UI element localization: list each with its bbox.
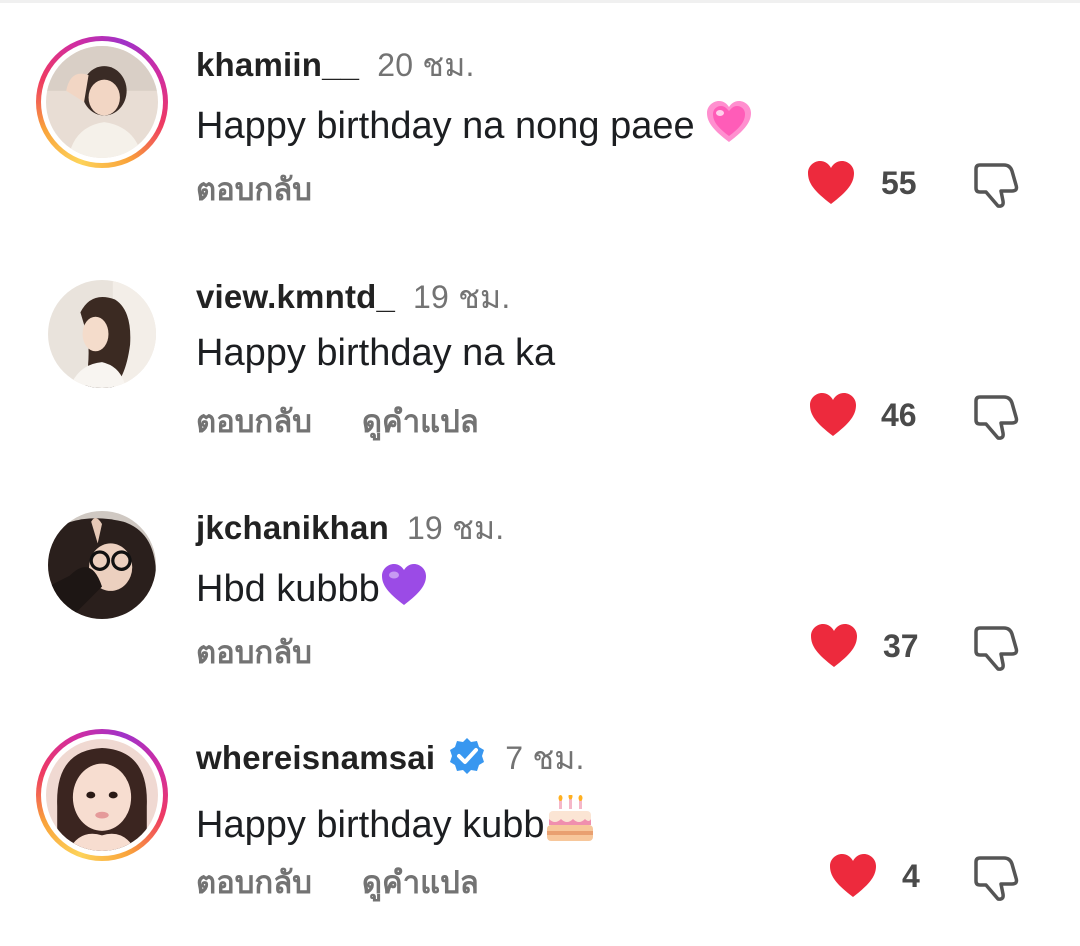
comment-item: whereisnamsai 7 ชม. Happy birthday kubb	[0, 695, 1080, 901]
pink-heart-icon	[705, 100, 753, 154]
comment-item: view.kmntd_ 19 ชม. Happy birthday na ka ต…	[0, 232, 1080, 440]
like-count: 37	[883, 628, 919, 664]
comment-text: Happy birthday na nong paee	[196, 105, 695, 147]
reply-button[interactable]: ตอบกลับ	[196, 404, 312, 439]
purple-heart-icon	[380, 563, 428, 617]
like-count: 4	[902, 858, 920, 894]
username[interactable]: whereisnamsai	[196, 739, 435, 776]
comment-item: khamiin__ 20 ชม. Happy birthday na nong p…	[0, 0, 1080, 208]
avatar-story-ring[interactable]	[36, 729, 168, 861]
avatar-wrap[interactable]	[36, 499, 168, 631]
avatar-photo-icon	[48, 511, 156, 619]
like-heart-icon[interactable]	[808, 392, 858, 438]
like-heart-icon[interactable]	[828, 853, 878, 899]
dislike-icon[interactable]	[972, 392, 1020, 442]
like-heart-icon[interactable]	[806, 160, 856, 206]
reply-button[interactable]: ตอบกลับ	[196, 172, 312, 207]
like-heart-icon[interactable]	[809, 623, 859, 669]
reply-button[interactable]: ตอบกลับ	[196, 635, 312, 670]
comment-text: Happy birthday kubb	[196, 804, 545, 846]
avatar[interactable]	[48, 280, 156, 388]
see-translation-button[interactable]: ดูคำแปล	[362, 865, 479, 900]
birthday-cake-icon	[545, 793, 595, 853]
verified-badge-icon	[447, 736, 487, 776]
dislike-icon[interactable]	[972, 160, 1020, 210]
like-count: 55	[881, 165, 917, 201]
comment-item: jkchanikhan 19 ชม. Hbd kubbb ตอบกลับ 37	[0, 463, 1080, 671]
username[interactable]: jkchanikhan	[196, 509, 389, 546]
timestamp: 7 ชม.	[505, 740, 585, 776]
reply-button[interactable]: ตอบกลับ	[196, 865, 312, 900]
username[interactable]: view.kmntd_	[196, 278, 395, 315]
comment-text: Hbd kubbb	[196, 568, 380, 610]
username[interactable]: khamiin__	[196, 46, 359, 83]
avatar-wrap[interactable]	[36, 268, 168, 400]
see-translation-button[interactable]: ดูคำแปล	[362, 404, 479, 439]
avatar-story-ring[interactable]	[36, 36, 168, 168]
dislike-icon[interactable]	[972, 853, 1020, 903]
timestamp: 19 ชม.	[406, 510, 505, 546]
avatar-photo-icon	[46, 739, 158, 851]
comment-text: Happy birthday na ka	[196, 332, 556, 374]
dislike-icon[interactable]	[972, 623, 1020, 673]
like-count: 46	[881, 397, 917, 433]
timestamp: 20 ชม.	[377, 47, 475, 83]
avatar-photo-icon	[46, 46, 158, 158]
avatar[interactable]	[46, 46, 158, 158]
avatar[interactable]	[48, 511, 156, 619]
avatar-photo-icon	[48, 280, 156, 388]
avatar[interactable]	[46, 739, 158, 851]
timestamp: 19 ชม.	[413, 279, 511, 315]
